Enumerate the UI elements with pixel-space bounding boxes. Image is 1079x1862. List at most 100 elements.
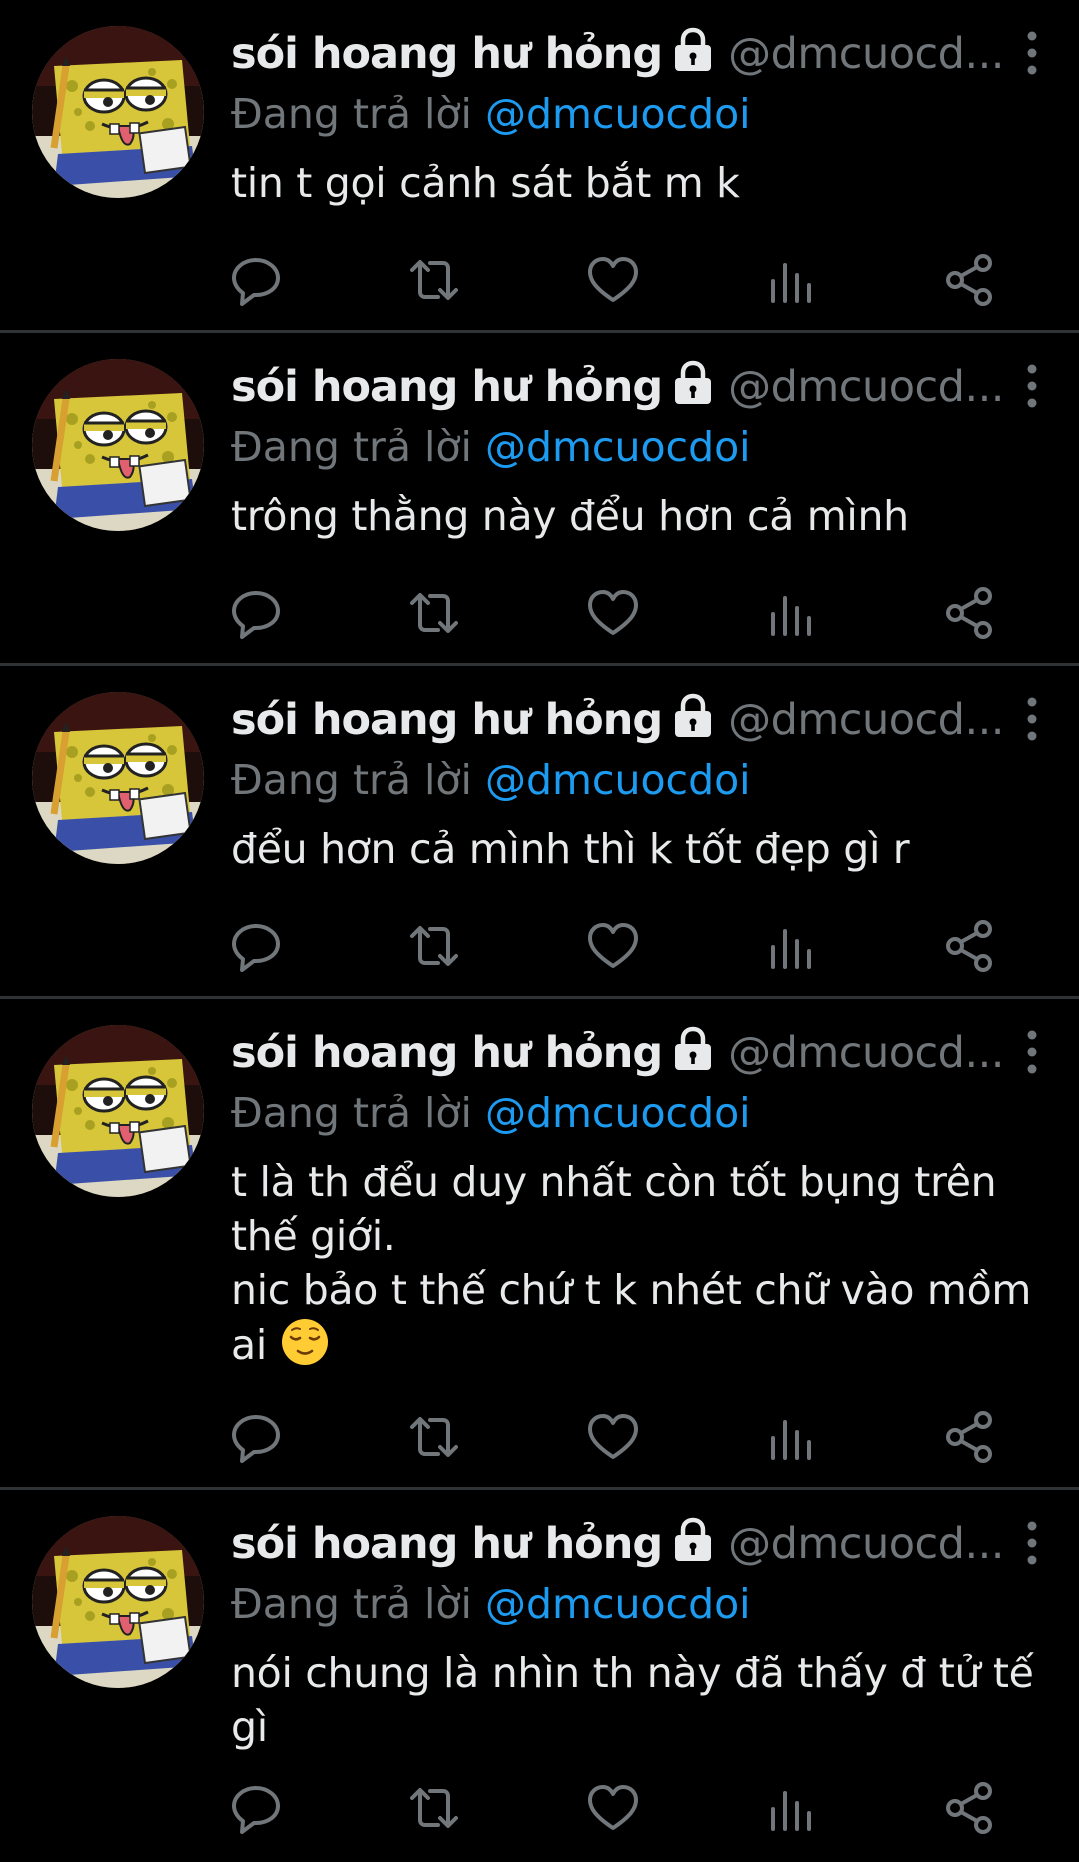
tweet-text: đểu hơn cả mình thì k tốt đẹp gì r: [231, 822, 1049, 876]
tweet-header: sói hoang hư hỏng @dmcuocd...: [231, 22, 1049, 86]
replying-to-label: Đang trả lời: [231, 90, 472, 138]
more-options-icon[interactable]: [1017, 696, 1047, 742]
tweet-actions: [231, 252, 1011, 308]
like-icon[interactable]: [585, 585, 641, 641]
views-icon[interactable]: [763, 918, 819, 974]
tweet-text: nói chung là nhìn th này đã thấy đ tử tế…: [231, 1646, 1049, 1754]
tweet-text-line: nói chung là nhìn th này đã thấy đ tử tế: [231, 1649, 1034, 1697]
tweet-text-line: đểu hơn cả mình thì k tốt đẹp gì r: [231, 825, 910, 873]
tweet-header: sói hoang hư hỏng @dmcuocd...: [231, 355, 1049, 419]
tweet[interactable]: sói hoang hư hỏng @dmcuocd... Đang trả l…: [0, 0, 1079, 333]
author-name[interactable]: sói hoang hư hỏng: [231, 695, 663, 745]
tweet-actions: [231, 1409, 1011, 1465]
lock-icon: [670, 360, 716, 406]
author-handle[interactable]: @dmcuocd...: [728, 29, 1004, 79]
tweet-content: sói hoang hư hỏng @dmcuocd... Đang trả l…: [231, 688, 1049, 876]
lock-icon: [670, 1517, 716, 1563]
tweet-text: t là th đểu duy nhất còn tốt bụng trên t…: [231, 1155, 1049, 1372]
tweet-text-line: trông thằng này đểu hơn cả mình: [231, 492, 909, 540]
author-handle[interactable]: @dmcuocd...: [728, 1519, 1004, 1569]
more-options-icon[interactable]: [1017, 1029, 1047, 1075]
tweet-text-line: gì: [231, 1703, 268, 1751]
tweet-content: sói hoang hư hỏng @dmcuocd... Đang trả l…: [231, 1512, 1049, 1754]
avatar[interactable]: [32, 1516, 204, 1688]
tweet-actions: [231, 1780, 1011, 1836]
avatar[interactable]: [32, 692, 204, 864]
retweet-icon[interactable]: [406, 252, 462, 308]
like-icon[interactable]: [585, 252, 641, 308]
share-icon[interactable]: [942, 585, 998, 641]
tweet-text-line: t là th đểu duy nhất còn tốt bụng trên: [231, 1158, 997, 1206]
replying-to: Đang trả lời @dmcuocdoi: [231, 86, 1049, 142]
replying-to-handle[interactable]: @dmcuocdoi: [485, 1089, 751, 1137]
lock-icon: [670, 693, 716, 739]
tweet-actions: [231, 918, 1011, 974]
tweet-content: sói hoang hư hỏng @dmcuocd... Đang trả l…: [231, 22, 1049, 210]
views-icon[interactable]: [763, 1780, 819, 1836]
more-options-icon[interactable]: [1017, 30, 1047, 76]
share-icon[interactable]: [942, 1409, 998, 1465]
relieved-face-emoji: [280, 1317, 330, 1367]
avatar[interactable]: [32, 26, 204, 198]
tweet[interactable]: sói hoang hư hỏng @dmcuocd... Đang trả l…: [0, 999, 1079, 1490]
tweet-content: sói hoang hư hỏng @dmcuocd... Đang trả l…: [231, 1021, 1049, 1372]
replying-to: Đang trả lời @dmcuocdoi: [231, 1576, 1049, 1632]
tweet[interactable]: sói hoang hư hỏng @dmcuocd... Đang trả l…: [0, 666, 1079, 999]
lock-icon: [670, 1026, 716, 1072]
replying-to-handle[interactable]: @dmcuocdoi: [485, 756, 751, 804]
tweet[interactable]: sói hoang hư hỏng @dmcuocd... Đang trả l…: [0, 333, 1079, 666]
avatar[interactable]: [32, 1025, 204, 1197]
reply-icon[interactable]: [228, 918, 284, 974]
author-name[interactable]: sói hoang hư hỏng: [231, 362, 663, 412]
views-icon[interactable]: [763, 585, 819, 641]
replying-to-label: Đang trả lời: [231, 423, 472, 471]
tweet-actions: [231, 585, 1011, 641]
tweet[interactable]: sói hoang hư hỏng @dmcuocd... Đang trả l…: [0, 1490, 1079, 1861]
author-name[interactable]: sói hoang hư hỏng: [231, 1028, 663, 1078]
share-icon[interactable]: [942, 1780, 998, 1836]
replying-to: Đang trả lời @dmcuocdoi: [231, 752, 1049, 808]
replying-to-handle[interactable]: @dmcuocdoi: [485, 90, 751, 138]
tweet-header: sói hoang hư hỏng @dmcuocd...: [231, 1021, 1049, 1085]
replying-to: Đang trả lời @dmcuocdoi: [231, 1085, 1049, 1141]
reply-icon[interactable]: [228, 252, 284, 308]
views-icon[interactable]: [763, 252, 819, 308]
retweet-icon[interactable]: [406, 1780, 462, 1836]
views-icon[interactable]: [763, 1409, 819, 1465]
tweet-feed: sói hoang hư hỏng @dmcuocd... Đang trả l…: [0, 0, 1079, 1861]
tweet-text: trông thằng này đểu hơn cả mình: [231, 489, 1049, 543]
like-icon[interactable]: [585, 918, 641, 974]
retweet-icon[interactable]: [406, 1409, 462, 1465]
tweet-header: sói hoang hư hỏng @dmcuocd...: [231, 688, 1049, 752]
avatar[interactable]: [32, 359, 204, 531]
reply-icon[interactable]: [228, 1409, 284, 1465]
retweet-icon[interactable]: [406, 585, 462, 641]
author-handle[interactable]: @dmcuocd...: [728, 362, 1004, 412]
replying-to: Đang trả lời @dmcuocdoi: [231, 419, 1049, 475]
tweet-header: sói hoang hư hỏng @dmcuocd...: [231, 1512, 1049, 1576]
reply-icon[interactable]: [228, 1780, 284, 1836]
author-handle[interactable]: @dmcuocd...: [728, 1028, 1004, 1078]
more-options-icon[interactable]: [1017, 1520, 1047, 1566]
reply-icon[interactable]: [228, 585, 284, 641]
author-handle[interactable]: @dmcuocd...: [728, 695, 1004, 745]
tweet-text: tin t gọi cảnh sát bắt m k: [231, 156, 1049, 210]
replying-to-label: Đang trả lời: [231, 756, 472, 804]
share-icon[interactable]: [942, 918, 998, 974]
tweet-text-line: thế giới.: [231, 1212, 396, 1260]
tweet-text-line: tin t gọi cảnh sát bắt m k: [231, 159, 740, 207]
like-icon[interactable]: [585, 1780, 641, 1836]
tweet-text-line-last: ai: [231, 1317, 1049, 1372]
lock-icon: [670, 27, 716, 73]
replying-to-handle[interactable]: @dmcuocdoi: [485, 423, 751, 471]
like-icon[interactable]: [585, 1409, 641, 1465]
share-icon[interactable]: [942, 252, 998, 308]
more-options-icon[interactable]: [1017, 363, 1047, 409]
author-name[interactable]: sói hoang hư hỏng: [231, 1519, 663, 1569]
replying-to-label: Đang trả lời: [231, 1580, 472, 1628]
retweet-icon[interactable]: [406, 918, 462, 974]
tweet-content: sói hoang hư hỏng @dmcuocd... Đang trả l…: [231, 355, 1049, 543]
author-name[interactable]: sói hoang hư hỏng: [231, 29, 663, 79]
replying-to-handle[interactable]: @dmcuocdoi: [485, 1580, 751, 1628]
tweet-text-fragment: ai: [231, 1321, 267, 1369]
